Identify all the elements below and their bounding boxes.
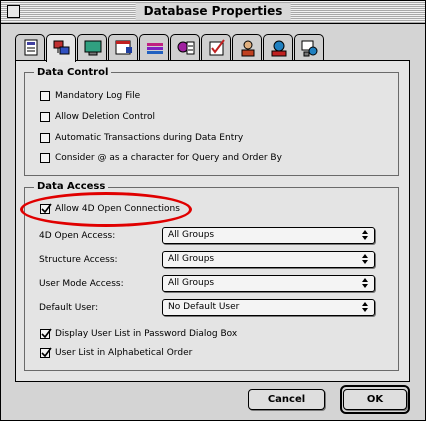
ok-button[interactable]: OK bbox=[343, 389, 407, 410]
checkbox-consider-at[interactable] bbox=[40, 153, 50, 163]
up-down-arrows-icon bbox=[362, 278, 368, 288]
checklist-tab-icon bbox=[209, 39, 225, 56]
popup-user-mode-access[interactable]: All Groups bbox=[162, 275, 375, 292]
menu-tab-icon bbox=[177, 41, 195, 55]
label-user-mode-access: User Mode Access: bbox=[39, 279, 124, 289]
plugin-tab-icon bbox=[271, 40, 287, 57]
database-tab-icon bbox=[24, 39, 38, 56]
checkbox-mandatory-log[interactable] bbox=[40, 91, 50, 101]
checkmark-icon bbox=[41, 328, 52, 339]
tab-display[interactable] bbox=[77, 34, 107, 61]
tab-panel: Data Control Mandatory Log File Allow De… bbox=[15, 60, 410, 382]
tab-window[interactable] bbox=[108, 34, 138, 61]
checkbox-auto-transactions[interactable] bbox=[40, 133, 50, 143]
tab-menu[interactable] bbox=[170, 34, 200, 61]
tab-style[interactable] bbox=[139, 34, 169, 61]
checkbox-allow-open[interactable] bbox=[40, 203, 52, 214]
title-bar[interactable]: Database Properties bbox=[1, 1, 425, 24]
tab-plugin[interactable] bbox=[263, 34, 293, 61]
up-down-arrows-icon bbox=[362, 254, 368, 264]
label-structure-access: Structure Access: bbox=[39, 255, 118, 265]
tab-checklist[interactable] bbox=[201, 34, 231, 61]
close-box[interactable] bbox=[7, 5, 20, 18]
label-4d-open-access: 4D Open Access: bbox=[39, 231, 116, 241]
checkmark-icon bbox=[41, 203, 52, 214]
checkbox-alphabetical-order[interactable] bbox=[40, 347, 52, 358]
label-display-user-list: Display User List in Password Dialog Box bbox=[55, 329, 238, 339]
popup-default-user[interactable]: No Default User bbox=[162, 299, 375, 316]
cancel-button[interactable]: Cancel bbox=[248, 389, 325, 410]
connections-tab-icon bbox=[53, 40, 70, 55]
popup-4d-open-access[interactable]: All Groups bbox=[162, 227, 375, 244]
checkmark-icon bbox=[41, 347, 52, 358]
dialog-window: Database Properties Data Control Mandato… bbox=[0, 0, 426, 421]
popup-4d-open-access-value: All Groups bbox=[168, 230, 215, 240]
label-consider-at: Consider @ as a character for Query and … bbox=[55, 153, 282, 163]
tab-database[interactable] bbox=[15, 34, 45, 61]
tab-connections[interactable] bbox=[46, 34, 76, 62]
label-alphabetical-order: User List in Alphabetical Order bbox=[55, 348, 193, 358]
data-access-title: Data Access bbox=[34, 181, 109, 193]
window-title: Database Properties bbox=[135, 3, 291, 20]
popup-user-mode-access-value: All Groups bbox=[168, 278, 215, 288]
up-down-arrows-icon bbox=[362, 230, 368, 240]
checkbox-display-user-list[interactable] bbox=[40, 328, 52, 339]
data-control-title: Data Control bbox=[34, 67, 112, 79]
popup-structure-access-value: All Groups bbox=[168, 254, 215, 264]
label-allow-open: Allow 4D Open Connections bbox=[55, 204, 180, 214]
checkbox-allow-deletion[interactable] bbox=[40, 112, 50, 122]
label-default-user: Default User: bbox=[39, 303, 99, 313]
user-tab-icon bbox=[241, 40, 255, 57]
tab-network[interactable] bbox=[294, 34, 324, 61]
style-tab-icon bbox=[147, 43, 163, 54]
window-tab-icon bbox=[115, 40, 132, 55]
popup-structure-access[interactable]: All Groups bbox=[162, 251, 375, 268]
label-allow-deletion: Allow Deletion Control bbox=[55, 112, 156, 122]
display-tab-icon bbox=[84, 40, 102, 56]
popup-default-user-value: No Default User bbox=[168, 302, 240, 312]
up-down-arrows-icon bbox=[362, 302, 368, 312]
label-mandatory-log: Mandatory Log File bbox=[55, 91, 141, 101]
label-auto-transactions: Automatic Transactions during Data Entry bbox=[55, 133, 244, 143]
tab-user[interactable] bbox=[232, 34, 262, 61]
network-tab-icon bbox=[301, 40, 318, 57]
